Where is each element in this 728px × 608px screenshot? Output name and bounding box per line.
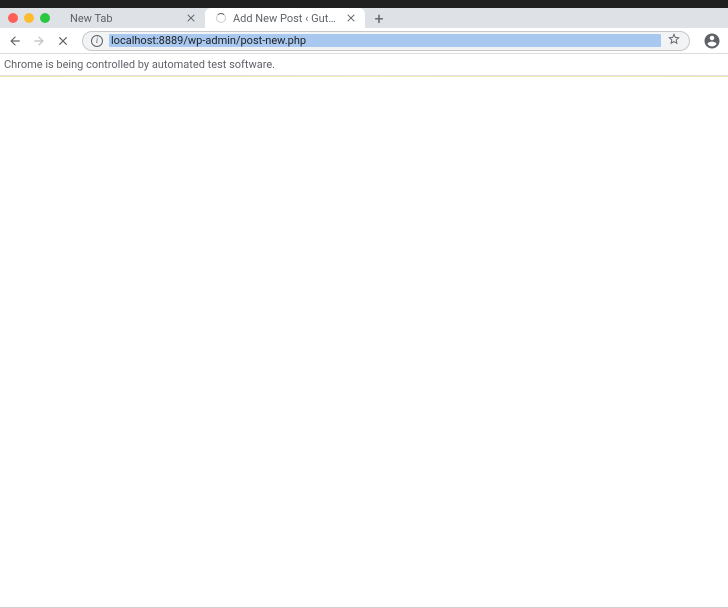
window-controls — [0, 13, 60, 23]
window-maximize-button[interactable] — [40, 13, 50, 23]
window-titlebar — [0, 0, 728, 8]
tab-title: Add New Post ‹ Gutenberg Te… — [233, 12, 339, 25]
plus-icon: + — [374, 9, 383, 28]
site-info-icon[interactable]: i — [91, 35, 103, 47]
tab-active[interactable]: Add New Post ‹ Gutenberg Te… — [205, 8, 365, 28]
bookmark-star-icon[interactable] — [667, 32, 681, 49]
stop-button[interactable] — [54, 32, 72, 50]
forward-button[interactable] — [30, 32, 48, 50]
user-profile-button[interactable] — [702, 31, 722, 51]
infobar-message: Chrome is being controlled by automated … — [4, 58, 275, 71]
back-button[interactable] — [6, 32, 24, 50]
tab-title: New Tab — [70, 12, 179, 25]
url-text: localhost:8889/wp-admin/post-new.php — [109, 34, 661, 47]
toolbar: i localhost:8889/wp-admin/post-new.php — [0, 28, 728, 54]
window-minimize-button[interactable] — [24, 13, 34, 23]
automation-infobar: Chrome is being controlled by automated … — [0, 54, 728, 76]
address-bar[interactable]: i localhost:8889/wp-admin/post-new.php — [82, 31, 690, 51]
loading-spinner-icon — [215, 12, 227, 24]
new-tab-button[interactable]: + — [369, 8, 389, 28]
close-icon[interactable] — [345, 12, 357, 24]
close-icon[interactable] — [185, 12, 197, 24]
window-close-button[interactable] — [8, 13, 18, 23]
page-content — [0, 77, 728, 602]
tab-strip: New Tab Add New Post ‹ Gutenberg Te… + — [0, 8, 728, 28]
tab-inactive[interactable]: New Tab — [60, 8, 205, 28]
